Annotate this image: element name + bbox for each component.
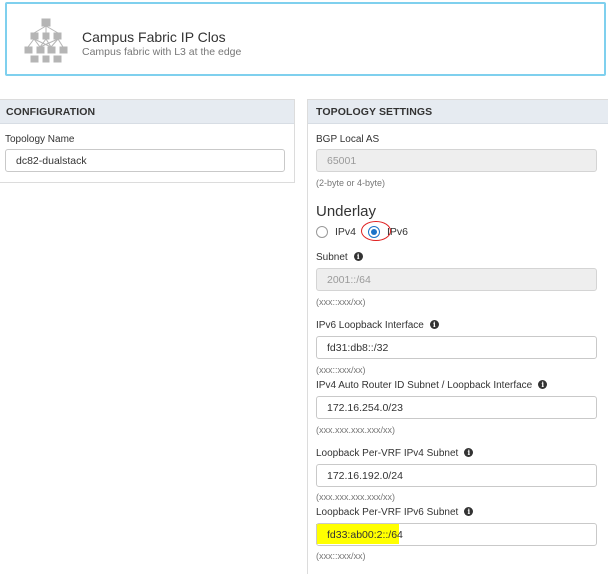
vrf-ipv6-label: Loopback Per-VRF IPv6 Subnet [316, 507, 459, 518]
topology-settings-heading: TOPOLOGY SETTINGS [308, 100, 608, 124]
subnet-label: Subnet [316, 252, 348, 263]
ipv6-loopback-label-row: IPv6 Loopback Interface i [316, 320, 439, 331]
ipv6-loopback-input[interactable]: fd31:db8::/32 [316, 336, 597, 359]
template-title: Campus Fabric IP Clos [82, 29, 226, 45]
configuration-heading: CONFIGURATION [0, 100, 294, 124]
ipv4-router-id-label: IPv4 Auto Router ID Subnet / Loopback In… [316, 380, 533, 391]
topology-icon [24, 18, 68, 63]
subnet-label-row: Subnet i [316, 252, 363, 263]
subnet-hint: (xxx::xxx/xx) [316, 297, 366, 307]
vrf-ipv4-input[interactable]: 172.16.192.0/24 [316, 464, 597, 487]
vrf-ipv6-label-row: Loopback Per-VRF IPv6 Subnet i [316, 507, 474, 518]
underlay-ipv4-radio[interactable] [316, 226, 328, 238]
bgp-local-as-hint: (2-byte or 4-byte) [316, 178, 386, 188]
ipv4-router-id-label-row: IPv4 Auto Router ID Subnet / Loopback In… [316, 380, 548, 391]
topology-name-input[interactable]: dc82-dualstack [5, 149, 285, 172]
ipv6-loopback-hint: (xxx::xxx/xx) [316, 365, 366, 375]
vrf-ipv4-hint: (xxx.xxx.xxx.xxx/xx) [316, 492, 395, 502]
info-icon[interactable]: i [429, 320, 439, 329]
info-icon[interactable]: i [464, 448, 474, 457]
info-icon[interactable]: i [353, 252, 363, 261]
vrf-ipv6-hint: (xxx::xxx/xx) [316, 551, 366, 561]
vrf-ipv4-label: Loopback Per-VRF IPv4 Subnet [316, 448, 459, 459]
info-icon[interactable]: i [464, 507, 474, 516]
ipv4-router-id-input[interactable]: 172.16.254.0/23 [316, 396, 597, 419]
template-header-card: Campus Fabric IP Clos Campus fabric with… [5, 2, 606, 76]
vrf-ipv6-input[interactable]: fd33:ab00:2::/64 [316, 523, 597, 546]
template-subtitle: Campus fabric with L3 at the edge [82, 46, 242, 58]
ipv6-loopback-label: IPv6 Loopback Interface [316, 320, 424, 331]
ipv4-router-id-hint: (xxx.xxx.xxx.xxx/xx) [316, 425, 395, 435]
bgp-local-as-input[interactable]: 65001 [316, 149, 597, 172]
subnet-input[interactable]: 2001::/64 [316, 268, 597, 291]
annotation-circle [361, 221, 391, 241]
underlay-title: Underlay [316, 203, 377, 220]
info-icon[interactable]: i [538, 380, 548, 389]
topology-name-label: Topology Name [5, 134, 75, 145]
bgp-local-as-label: BGP Local AS [316, 134, 380, 145]
vrf-ipv4-label-row: Loopback Per-VRF IPv4 Subnet i [316, 448, 474, 459]
underlay-ipv4-label[interactable]: IPv4 [335, 226, 356, 238]
